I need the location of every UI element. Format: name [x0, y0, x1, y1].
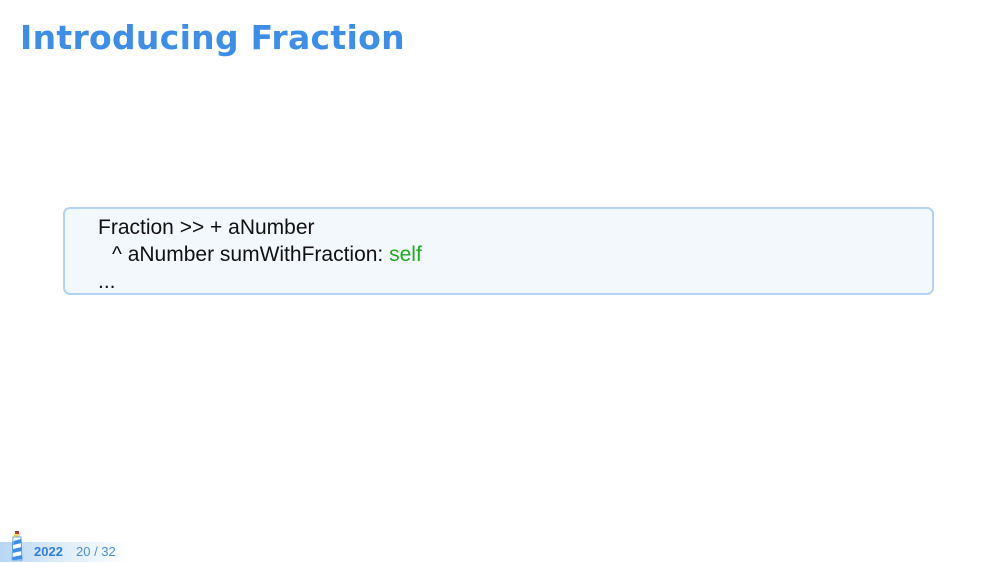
code-line-2: ^ aNumber sumWithFraction: self [98, 241, 422, 268]
footer-year: 2022 [34, 544, 63, 559]
code-line-1: Fraction >> + aNumber [98, 216, 315, 239]
code-lines: Fraction >> + aNumber ^ aNumber sumWithF… [98, 214, 422, 295]
page-number: 20 / 32 [76, 544, 116, 559]
self-keyword: self [389, 243, 422, 266]
slide-footer: 2022 20 / 32 [0, 531, 1000, 563]
slide-title: Introducing Fraction [20, 18, 405, 57]
code-line-3: ... [98, 270, 116, 293]
code-line-2-text: ^ aNumber sumWithFraction: [112, 243, 390, 266]
lighthouse-logo-icon [11, 531, 23, 561]
code-block: Fraction >> + aNumber ^ aNumber sumWithF… [63, 207, 934, 295]
